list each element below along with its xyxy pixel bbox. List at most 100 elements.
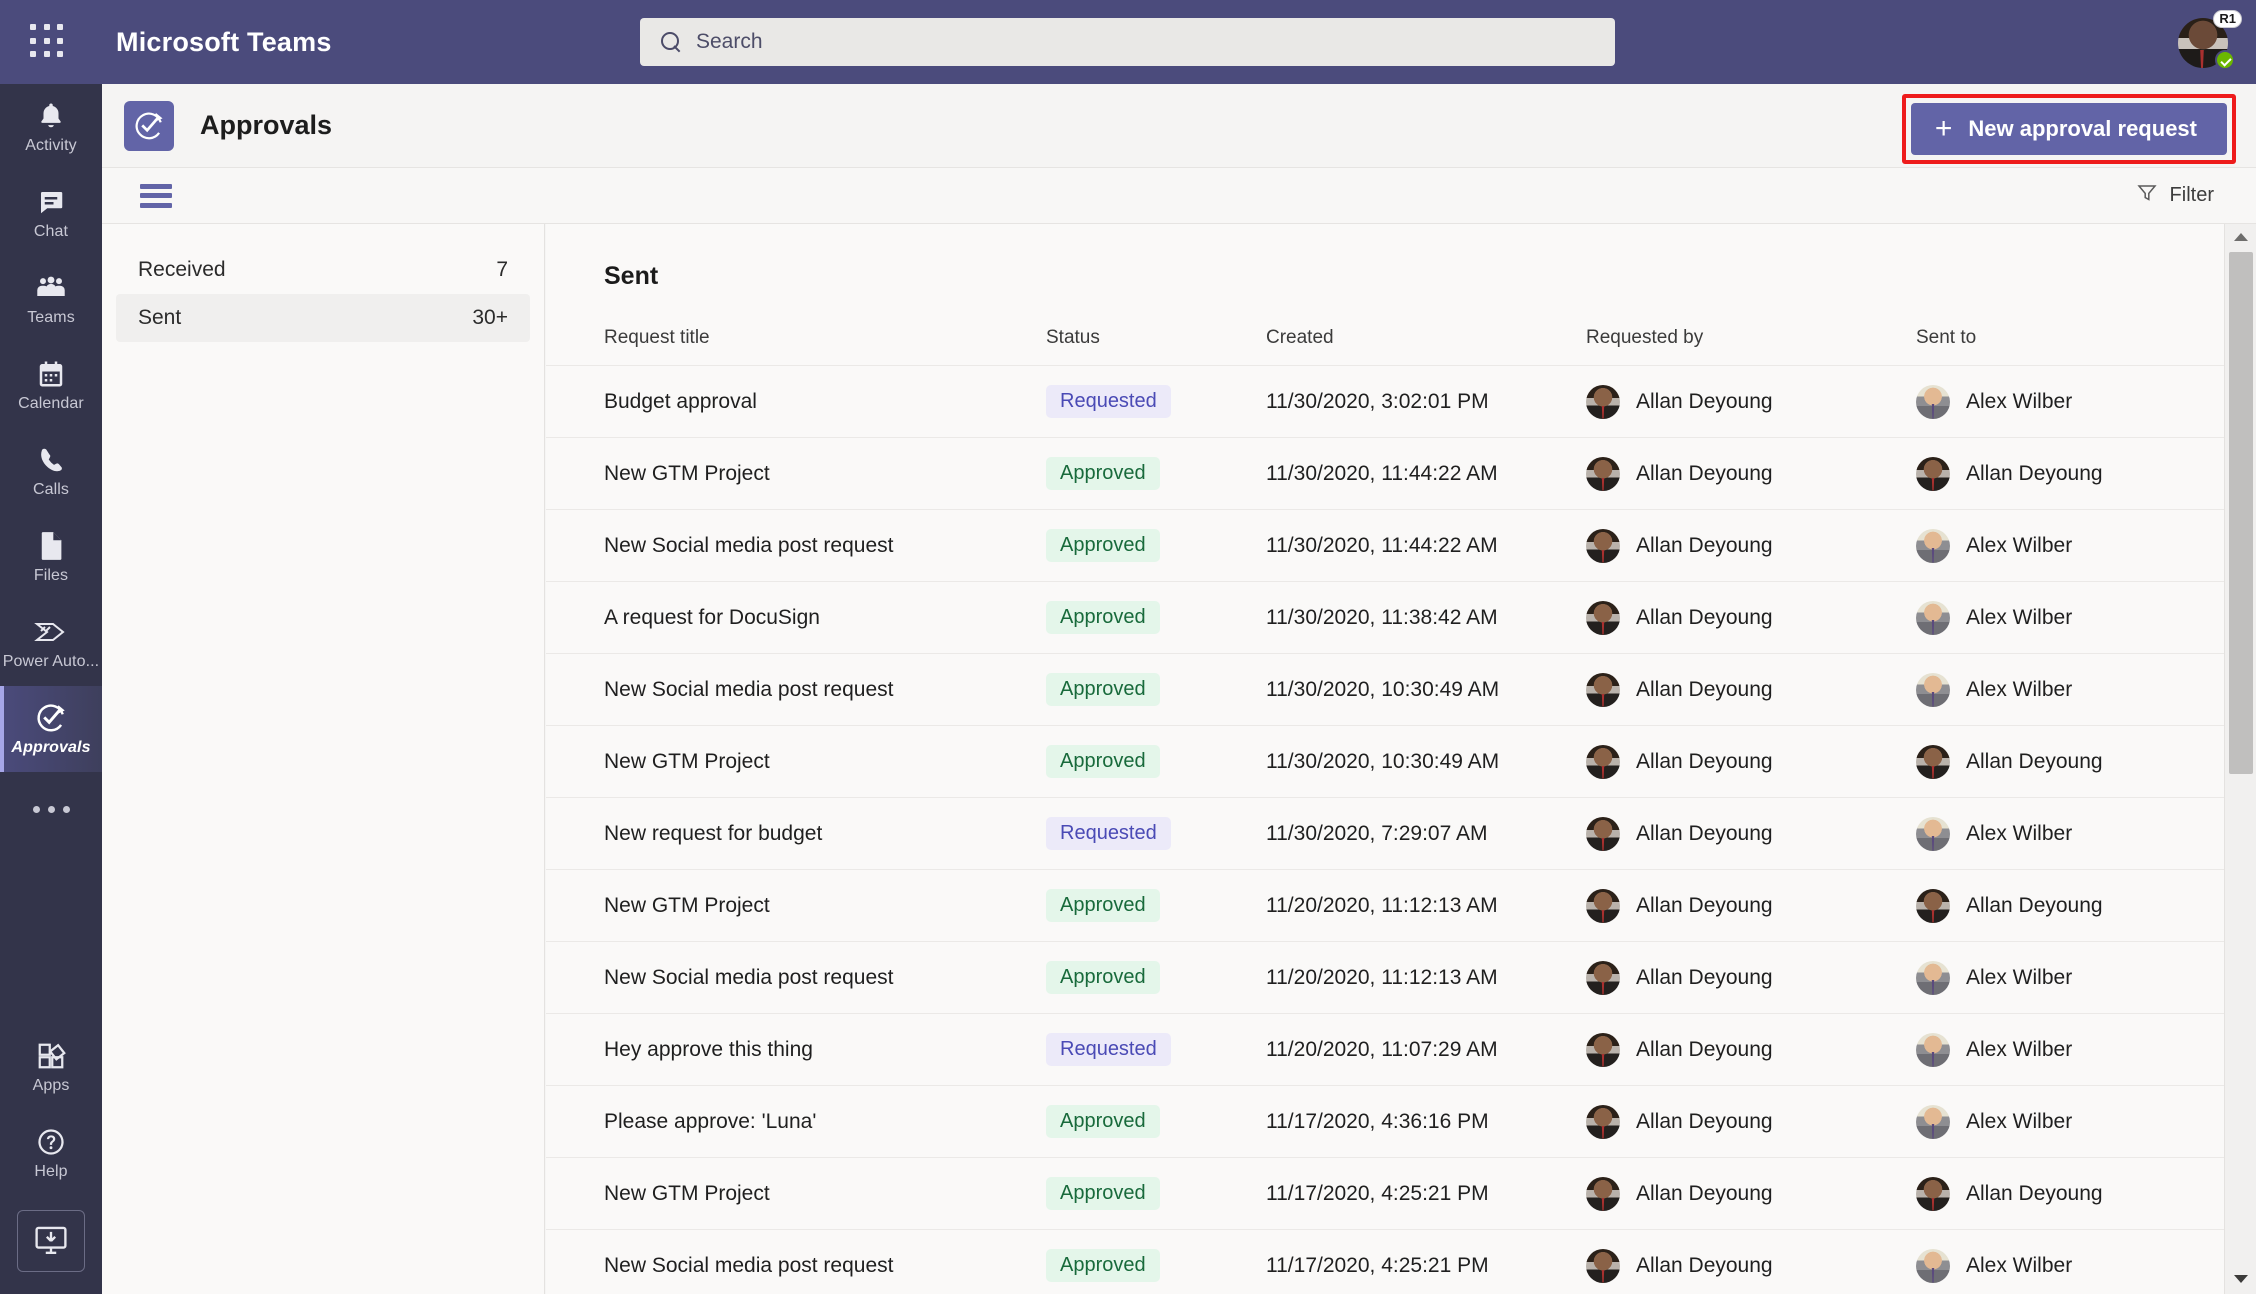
table-row[interactable]: New request for budget Requested 11/30/202… (546, 797, 2224, 870)
column-header-request-title[interactable]: Request title (546, 313, 1046, 366)
requested-by-name: Allan Deyoung (1636, 893, 1773, 917)
status-badge: Requested (1046, 817, 1171, 850)
cell-requested-by: Allan Deyoung (1586, 365, 1916, 438)
cell-status: Approved (1046, 869, 1266, 942)
table-row[interactable]: Hey approve this thing Requested 11/20/202… (546, 1013, 2224, 1086)
requested-by-name: Allan Deyoung (1636, 605, 1773, 629)
scroll-down-arrow-icon[interactable] (2225, 1266, 2256, 1292)
top-bar: Microsoft Teams Search R1 (0, 0, 2256, 84)
search-input[interactable]: Search (640, 18, 1615, 66)
approvals-app-icon (124, 100, 174, 151)
cell-sent-to: Alex Wilber (1916, 365, 2224, 438)
table-row[interactable]: New Social media post request Approved 11/… (546, 1229, 2224, 1294)
column-header-status[interactable]: Status (1046, 313, 1266, 366)
column-header-created[interactable]: Created (1266, 313, 1586, 366)
cell-status: Approved (1046, 725, 1266, 798)
cell-request-title: Please approve: 'Luna' (546, 1085, 1046, 1158)
column-header-requested-by[interactable]: Requested by (1586, 313, 1916, 366)
new-approval-request-button[interactable]: + New approval request (1910, 103, 2227, 155)
presence-available-icon (2215, 50, 2235, 70)
hamburger-menu-icon[interactable] (140, 183, 172, 208)
page-title: Approvals (200, 110, 333, 140)
calendar-icon (36, 357, 66, 391)
cell-sent-to: Allan Deyoung (1916, 1157, 2224, 1230)
table-header-row: Request title Status Created Requested b… (546, 313, 2224, 366)
new-approval-request-highlight: + New approval request (1901, 94, 2236, 164)
avatar (1586, 1032, 1620, 1067)
requested-by-name: Allan Deyoung (1636, 1037, 1773, 1061)
avatar (1586, 744, 1620, 779)
table-row[interactable]: New GTM Project Approved 11/30/2020, 10:30… (546, 725, 2224, 798)
table-row[interactable]: New Social media post request Approved 11/… (546, 509, 2224, 582)
cell-requested-by: Allan Deyoung (1586, 653, 1916, 726)
avatar (1916, 1032, 1950, 1067)
cell-created: 11/30/2020, 3:02:01 PM (1266, 365, 1586, 438)
scroll-up-arrow-icon[interactable] (2225, 224, 2256, 250)
cell-requested-by: Allan Deyoung (1586, 1157, 1916, 1230)
sidebar-item-chat[interactable]: Chat (0, 170, 102, 256)
sidebar-item-files[interactable]: Files (0, 514, 102, 600)
avatar (1916, 888, 1950, 923)
left-rail: Activity Chat Teams Calendar Calls Files… (0, 84, 102, 1294)
table-row[interactable]: New GTM Project Approved 11/20/2020, 11:12… (546, 869, 2224, 942)
chat-icon (36, 185, 66, 219)
cell-request-title: New Social media post request (546, 1229, 1046, 1294)
table-body: Budget approval Requested 11/30/2020, 3:02… (546, 365, 2224, 1294)
sidebar-item-teams[interactable]: Teams (0, 256, 102, 342)
sent-to-name: Allan Deyoung (1966, 461, 2103, 485)
requested-by-name: Allan Deyoung (1636, 965, 1773, 989)
sent-to-name: Allan Deyoung (1966, 893, 2103, 917)
cell-created: 11/30/2020, 7:29:07 AM (1266, 797, 1586, 870)
cell-created: 11/30/2020, 11:38:42 AM (1266, 581, 1586, 654)
sidebar-item-approvals[interactable]: Approvals (0, 686, 102, 772)
sent-to-name: Alex Wilber (1966, 533, 2073, 557)
download-desktop-icon[interactable] (17, 1210, 85, 1272)
sent-to-name: Alex Wilber (1966, 677, 2073, 701)
scrollbar-thumb[interactable] (2229, 252, 2253, 774)
filter-button[interactable]: Filter (2136, 182, 2214, 210)
sidebar-item-power-automate[interactable]: Power Auto... (0, 600, 102, 686)
avatar[interactable]: R1 (2172, 8, 2242, 76)
list-panel-item-sent[interactable]: Sent 30+ (116, 294, 530, 342)
cell-requested-by: Allan Deyoung (1586, 509, 1916, 582)
sent-to-name: Alex Wilber (1966, 389, 2073, 413)
sidebar-item-activity[interactable]: Activity (0, 84, 102, 170)
cell-sent-to: Alex Wilber (1916, 1229, 2224, 1294)
table-row[interactable]: New GTM Project Approved 11/30/2020, 11:44… (546, 437, 2224, 510)
avatar (1586, 384, 1620, 419)
sidebar-item-help[interactable]: Help (0, 1110, 102, 1196)
column-header-sent-to[interactable]: Sent to (1916, 313, 2224, 366)
vertical-scrollbar[interactable] (2224, 224, 2256, 1294)
sidebar-item-calls[interactable]: Calls (0, 428, 102, 514)
avatar (1916, 672, 1950, 707)
avatar (1586, 816, 1620, 851)
table-row[interactable]: New GTM Project Approved 11/17/2020, 4:25:… (546, 1157, 2224, 1230)
cell-created: 11/17/2020, 4:25:21 PM (1266, 1229, 1586, 1294)
table-row[interactable]: New Social media post request Approved 11/… (546, 941, 2224, 1014)
approvals-list-panel: Received 7 Sent 30+ (102, 224, 545, 1294)
list-panel-item-received[interactable]: Received 7 (116, 246, 530, 294)
approvals-table-region: Sent Request title Status Created Reques… (546, 224, 2224, 1294)
sidebar-item-label: Chat (33, 223, 69, 240)
table-row[interactable]: Please approve: 'Luna' Approved 11/17/2020… (546, 1085, 2224, 1158)
avatar (1916, 456, 1950, 491)
status-badge: Approved (1046, 601, 1160, 634)
cell-status: Approved (1046, 1229, 1266, 1294)
ellipsis-icon[interactable] (0, 772, 102, 846)
cell-created: 11/20/2020, 11:07:29 AM (1266, 1013, 1586, 1086)
table-row[interactable]: A request for DocuSign Approved 11/30/2020… (546, 581, 2224, 654)
status-badge: Approved (1046, 529, 1160, 562)
grid-waffle-icon[interactable] (30, 24, 66, 60)
sidebar-item-calendar[interactable]: Calendar (0, 342, 102, 428)
cell-request-title: New GTM Project (546, 437, 1046, 510)
table-row[interactable]: Budget approval Requested 11/30/2020, 3:02… (546, 365, 2224, 438)
requested-by-name: Allan Deyoung (1636, 1181, 1773, 1205)
status-badge: Approved (1046, 961, 1160, 994)
requested-by-name: Allan Deyoung (1636, 389, 1773, 413)
avatar (1916, 384, 1950, 419)
table-row[interactable]: New Social media post request Approved 11/… (546, 653, 2224, 726)
avatar-badge: R1 (2213, 10, 2242, 28)
status-badge: Approved (1046, 889, 1160, 922)
cell-sent-to: Allan Deyoung (1916, 869, 2224, 942)
sidebar-item-apps[interactable]: Apps (0, 1024, 102, 1110)
